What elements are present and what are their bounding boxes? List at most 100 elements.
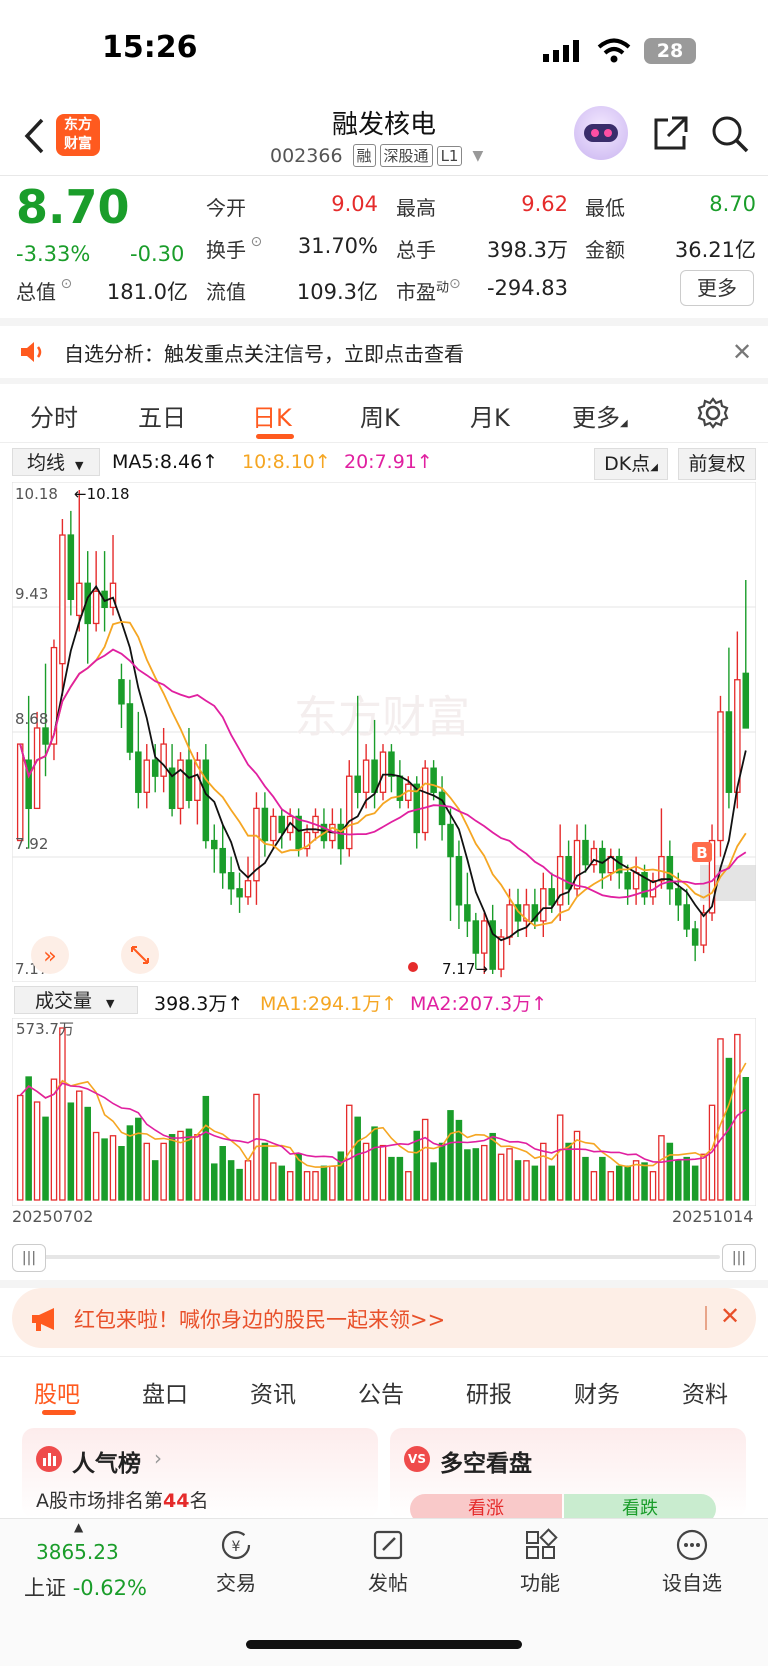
candle-body[interactable] (548, 888, 556, 906)
chevron-down-icon[interactable]: ▼ (472, 148, 483, 164)
tab-5day[interactable]: 五日 (138, 398, 186, 433)
candle-body[interactable] (742, 672, 750, 729)
candle-body[interactable] (295, 815, 302, 850)
scroll-handle-left[interactable]: ||| (12, 1244, 46, 1272)
candle-body[interactable] (345, 775, 353, 850)
candle-body[interactable] (261, 807, 269, 842)
tab-profile[interactable]: 资料 (682, 1375, 728, 1409)
nav-post[interactable]: 发帖 (348, 1528, 428, 1596)
search-icon[interactable] (710, 114, 750, 158)
candle-body[interactable] (388, 751, 395, 777)
settings-gear-icon[interactable] (696, 396, 730, 434)
candle-body[interactable] (42, 727, 49, 745)
candle-body[interactable] (691, 928, 699, 946)
candle-body[interactable] (126, 703, 134, 753)
robot-avatar-icon[interactable] (574, 106, 628, 160)
red-packet-banner[interactable]: 红包来啦！喊你身边的股民一起来领>> ✕ (12, 1288, 756, 1348)
candle-body[interactable] (59, 534, 66, 665)
candle-body[interactable] (717, 711, 724, 842)
index-value[interactable]: 3865.23 (36, 1540, 119, 1564)
candlestick-chart[interactable]: 东方财富 10.18 9.43 8.68 7.92 7.17 ←10.18 7.… (12, 482, 756, 982)
candle-body[interactable] (430, 767, 437, 793)
share-icon[interactable] (650, 114, 690, 158)
info-icon[interactable]: ⊙ (449, 276, 461, 292)
tab-pankou[interactable]: 盘口 (142, 1375, 188, 1409)
candle-body[interactable] (700, 912, 707, 946)
candle-body[interactable] (497, 936, 505, 970)
index-label-row[interactable]: 上证 -0.62% (24, 1572, 147, 1602)
candle-body[interactable] (506, 904, 513, 938)
candle-body[interactable] (202, 759, 210, 842)
tab-finance[interactable]: 财务 (574, 1375, 620, 1409)
candle-body[interactable] (472, 920, 480, 954)
scroll-handle-right[interactable]: ||| (722, 1244, 756, 1272)
dk-point-button[interactable]: DK点◢ (594, 448, 668, 480)
more-button[interactable]: 更多 (680, 270, 754, 306)
candle-body[interactable] (371, 759, 378, 793)
tab-daily-k[interactable]: 日K (252, 398, 292, 433)
ma-selector[interactable]: 均线 ▼ (12, 448, 100, 476)
event-dot[interactable] (408, 962, 418, 972)
candle-body[interactable] (632, 872, 640, 890)
candle-body[interactable] (270, 815, 277, 842)
tab-news[interactable]: 资讯 (250, 1375, 296, 1409)
candle-body[interactable] (76, 582, 83, 617)
candle-body[interactable] (421, 767, 429, 834)
candle-body[interactable] (236, 888, 243, 898)
collapse-arrows-icon[interactable]: » (31, 936, 69, 974)
tab-announcements[interactable]: 公告 (358, 1375, 404, 1409)
candle-body[interactable] (540, 888, 547, 922)
notice-text[interactable]: 自选分析：触发重点关注信号，立即点击查看 (64, 338, 464, 367)
tab-weekly-k[interactable]: 周K (360, 398, 400, 433)
volume-selector[interactable]: 成交量 ▼ (14, 986, 138, 1014)
candle-body[interactable] (33, 727, 41, 810)
adjust-button[interactable]: 前复权 (678, 448, 756, 480)
fullscreen-icon[interactable] (121, 936, 159, 974)
candle-body[interactable] (210, 839, 218, 850)
candle-body[interactable] (219, 847, 226, 874)
candle-body[interactable] (151, 759, 159, 777)
popular-card[interactable]: 人气榜 › A股市场排名第44名 (22, 1428, 378, 1518)
candle-body[interactable] (362, 759, 370, 793)
candle-body[interactable] (683, 904, 690, 930)
info-icon[interactable]: ⊙ (246, 234, 262, 250)
nav-trade[interactable]: ¥ 交易 (196, 1528, 276, 1596)
candle-body[interactable] (573, 839, 581, 890)
nav-add-watchlist[interactable]: 设自选 (652, 1528, 732, 1596)
close-icon[interactable]: ✕ (720, 1302, 740, 1330)
candle-body[interactable] (177, 759, 184, 810)
tab-monthly-k[interactable]: 月K (470, 398, 510, 433)
candle-body[interactable] (16, 743, 24, 842)
candle-body[interactable] (227, 872, 235, 890)
tab-guba[interactable]: 股吧 (34, 1375, 80, 1409)
candle-body[interactable] (447, 823, 454, 858)
tab-research[interactable]: 研报 (466, 1375, 512, 1409)
candle-body[interactable] (725, 711, 733, 793)
candle-body[interactable] (464, 904, 471, 922)
candle-body[interactable] (244, 880, 252, 898)
candle-body[interactable] (143, 759, 151, 793)
range-scrollbar[interactable] (44, 1255, 720, 1259)
candle-body[interactable] (278, 815, 286, 834)
candle-body[interactable] (675, 888, 682, 906)
candle-body[interactable] (67, 534, 75, 600)
candle-body[interactable] (135, 751, 142, 793)
candle-body[interactable] (118, 679, 125, 705)
candle-body[interactable] (658, 855, 665, 882)
candle-body[interactable] (379, 751, 387, 793)
volume-chart[interactable]: 573.7万 (12, 1018, 756, 1206)
candle-body[interactable] (185, 759, 193, 801)
bull-bear-card[interactable]: VS 多空看盘 看涨 看跌 (390, 1428, 746, 1524)
candle-body[interactable] (582, 839, 589, 866)
close-icon[interactable]: ✕ (732, 338, 752, 366)
tab-intraday[interactable]: 分时 (30, 398, 78, 433)
candle-body[interactable] (354, 775, 361, 793)
candle-body[interactable] (92, 590, 100, 625)
info-icon[interactable]: ⊙ (56, 276, 72, 292)
candle-body[interactable] (455, 855, 463, 906)
candle-body[interactable] (438, 791, 446, 826)
candle-body[interactable] (480, 920, 488, 954)
candle-body[interactable] (160, 743, 167, 777)
tab-more[interactable]: 更多◢ (572, 398, 628, 433)
nav-functions[interactable]: 功能 (500, 1528, 580, 1596)
